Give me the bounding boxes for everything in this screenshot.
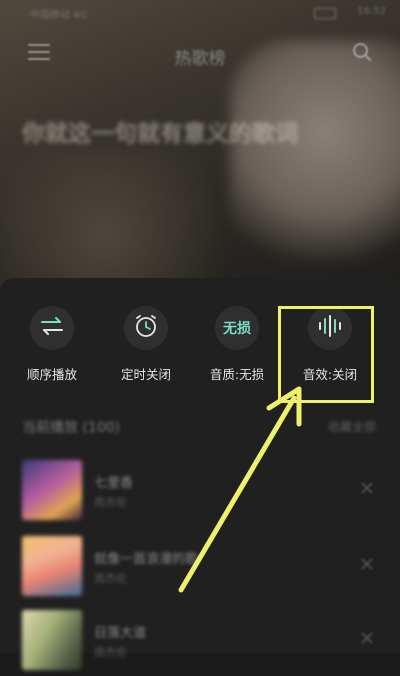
song-artist: 周杰伦	[94, 572, 127, 585]
song-title: 七里香	[94, 476, 134, 491]
background-headline: 你就这一句就有意义的歌词	[22, 121, 298, 147]
battery-icon	[314, 8, 336, 19]
album-cover	[22, 460, 82, 520]
album-cover	[22, 536, 82, 596]
sound-quality-button[interactable]: 无损 音质:无损	[191, 306, 283, 383]
sound-quality-label: 音质:无损	[209, 367, 265, 382]
list-item[interactable]: 日落大道 周杰伦	[0, 610, 400, 676]
close-icon[interactable]	[360, 630, 374, 644]
song-artist: 周杰伦	[94, 496, 127, 509]
sleep-timer-label: 定时关闭	[120, 367, 171, 382]
sequential-play-icon	[40, 316, 64, 340]
now-playing-title: 当前播放 (100)	[22, 420, 121, 436]
sequential-play-button[interactable]: 顺序播放	[6, 306, 98, 383]
page-title: 热歌榜	[174, 49, 226, 69]
alarm-clock-icon	[133, 313, 159, 343]
list-item[interactable]: 七里香 周杰伦	[0, 460, 400, 526]
album-cover	[22, 610, 82, 670]
status-bar: 中国移动 4G 16:52	[0, 0, 400, 26]
song-title: 就像一首浪漫的歌	[94, 552, 199, 567]
clock-text: 16:52	[357, 6, 386, 17]
lossless-badge: 无损	[223, 321, 251, 337]
sleep-timer-button[interactable]: 定时关闭	[100, 306, 192, 383]
collect-all-link[interactable]: 收藏全部	[328, 418, 376, 435]
song-title: 日落大道	[94, 626, 147, 641]
close-icon[interactable]	[360, 480, 374, 494]
song-artist: 周杰伦	[94, 646, 127, 659]
search-icon[interactable]	[352, 42, 372, 62]
carrier-text: 中国移动 4G	[30, 10, 88, 21]
close-icon[interactable]	[360, 556, 374, 570]
list-item[interactable]: 就像一首浪漫的歌 周杰伦	[0, 536, 400, 602]
sequential-play-label: 顺序播放	[26, 367, 77, 382]
annotation-highlight-box	[278, 306, 374, 403]
top-bar: 热歌榜	[0, 30, 400, 80]
